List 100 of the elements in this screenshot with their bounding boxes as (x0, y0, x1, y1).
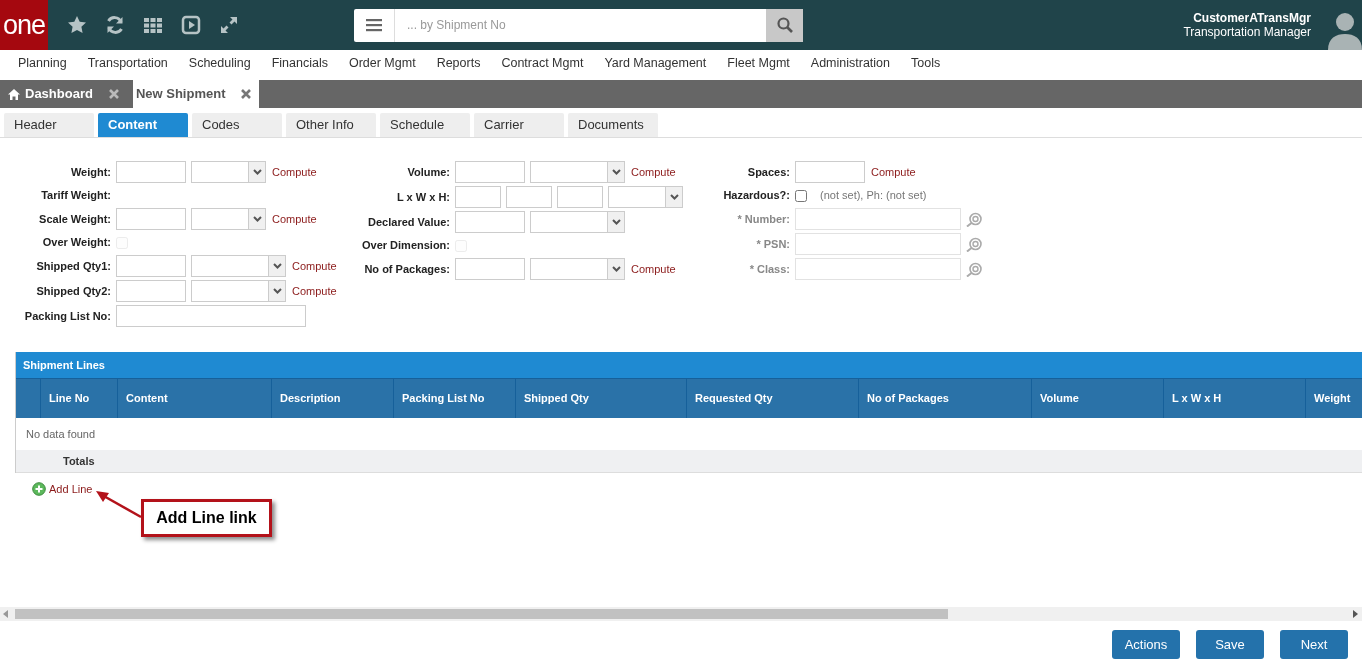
compute-link[interactable]: Compute (631, 163, 676, 181)
field-label: Over Dimension: (360, 238, 450, 254)
column-header: Description (280, 391, 341, 407)
menu-item[interactable]: Transportation (87, 53, 168, 73)
callout-arrow (94, 490, 144, 520)
scrollbar-thumb[interactable] (15, 609, 948, 619)
input-field[interactable] (455, 186, 501, 208)
field-label: Shipped Qty2: (35, 283, 111, 299)
tab[interactable]: Content (98, 113, 188, 137)
field-label: L x W x H: (396, 189, 450, 205)
field-label: Volume: (406, 164, 450, 180)
logo[interactable]: one (0, 0, 48, 50)
input-field[interactable] (455, 258, 525, 280)
search-button[interactable] (766, 8, 803, 42)
column-header: No of Packages (867, 391, 949, 407)
dropdown[interactable] (191, 280, 286, 302)
hazard-note: (not set), Ph: (not set) (820, 188, 927, 204)
tab[interactable]: Header (4, 113, 94, 137)
menu-item[interactable]: Fleet Mgmt (727, 53, 790, 73)
menu-item[interactable]: Order Mgmt (348, 53, 416, 73)
compute-link[interactable]: Compute (292, 257, 337, 275)
dropdown[interactable] (530, 161, 625, 183)
action-button[interactable]: Save (1196, 630, 1264, 659)
chevron-down-icon (611, 266, 621, 272)
table-title: Shipment Lines (16, 352, 1362, 378)
totals-label: Totals (63, 453, 95, 469)
field-label: Over Weight: (41, 235, 111, 251)
input-field[interactable] (455, 211, 525, 233)
field-label: Tariff Weight: (40, 188, 111, 204)
column-header: Content (126, 391, 168, 407)
dropdown[interactable] (191, 208, 266, 230)
dropdown[interactable] (191, 161, 266, 183)
field-label: Weight: (69, 164, 111, 180)
lookup-icon (966, 236, 982, 252)
input-field[interactable] (116, 255, 186, 277)
compute-link[interactable]: Compute (272, 210, 317, 228)
input-field[interactable] (557, 186, 603, 208)
checkbox[interactable] (795, 189, 807, 202)
chevron-down-icon (611, 219, 621, 225)
home-icon (8, 88, 20, 100)
search-input[interactable]: ... by Shipment No (395, 8, 766, 42)
action-button[interactable]: Next (1280, 630, 1348, 659)
input-field[interactable] (116, 280, 186, 302)
input-field[interactable] (795, 161, 865, 183)
horizontal-scrollbar[interactable] (0, 607, 1362, 621)
menu-item[interactable]: Tools (911, 53, 941, 73)
chevron-down-icon (669, 194, 679, 200)
chevron-down-icon (252, 216, 262, 222)
tab[interactable]: Documents (568, 113, 658, 137)
dropdown[interactable] (608, 186, 683, 208)
input-field[interactable] (455, 161, 525, 183)
page-tab[interactable]: New Shipment (132, 80, 260, 108)
column-header: Packing List No (402, 391, 485, 407)
field-label: * Number: (736, 211, 790, 227)
field-label: Shipped Qty1: (35, 258, 111, 274)
callout-box: Add Line link (141, 499, 272, 537)
tab[interactable]: Codes (192, 113, 282, 137)
input-field[interactable] (116, 305, 306, 327)
user-role: Transportation Manager (1183, 25, 1311, 39)
field-label: * Class: (748, 261, 790, 277)
menu-item[interactable]: Scheduling (188, 53, 251, 73)
tab[interactable]: Other Info (286, 113, 376, 137)
input-field[interactable] (116, 161, 186, 183)
compute-link[interactable]: Compute (631, 260, 676, 278)
menu-item[interactable]: Administration (810, 53, 890, 73)
field-label: Spaces: (746, 164, 790, 180)
menu-item[interactable]: Financials (271, 53, 328, 73)
chevron-down-icon (272, 263, 282, 269)
search-icon (776, 17, 793, 33)
dropdown[interactable] (191, 255, 286, 277)
menu-item[interactable]: Contract Mgmt (501, 53, 584, 73)
field-label: No of Packages: (363, 261, 450, 277)
search-field[interactable]: ... by Shipment No (354, 8, 803, 42)
input-field[interactable] (506, 186, 552, 208)
compute-link[interactable]: Compute (292, 282, 337, 300)
column-header: Volume (1040, 391, 1079, 407)
page-tab-label: New Shipment (135, 85, 226, 104)
refresh-icon (105, 15, 125, 35)
close-icon (241, 89, 252, 99)
menu-item[interactable]: Planning (18, 53, 67, 73)
tab[interactable]: Schedule (380, 113, 470, 137)
menu-item[interactable]: Yard Management (604, 53, 707, 73)
star-icon (67, 15, 87, 35)
compute-link[interactable]: Compute (871, 163, 916, 181)
input-field[interactable] (116, 208, 186, 230)
page-tab-label: Dashboard (25, 85, 93, 104)
add-line-link[interactable]: Add Line (32, 481, 93, 498)
dropdown[interactable] (530, 211, 625, 233)
tab[interactable]: Carrier (474, 113, 564, 137)
action-button[interactable]: Actions (1112, 630, 1180, 659)
menu-item[interactable]: Reports (436, 53, 481, 73)
column-header: L x W x H (1172, 391, 1222, 407)
compute-link[interactable]: Compute (272, 163, 317, 181)
column-header: Requested Qty (695, 391, 773, 407)
column-header: Shipped Qty (524, 391, 589, 407)
field-label: Scale Weight: (38, 211, 111, 227)
dropdown[interactable] (530, 258, 625, 280)
chevron-down-icon (272, 288, 282, 294)
empty-message: No data found (26, 426, 96, 442)
chevron-down-icon (252, 169, 262, 175)
